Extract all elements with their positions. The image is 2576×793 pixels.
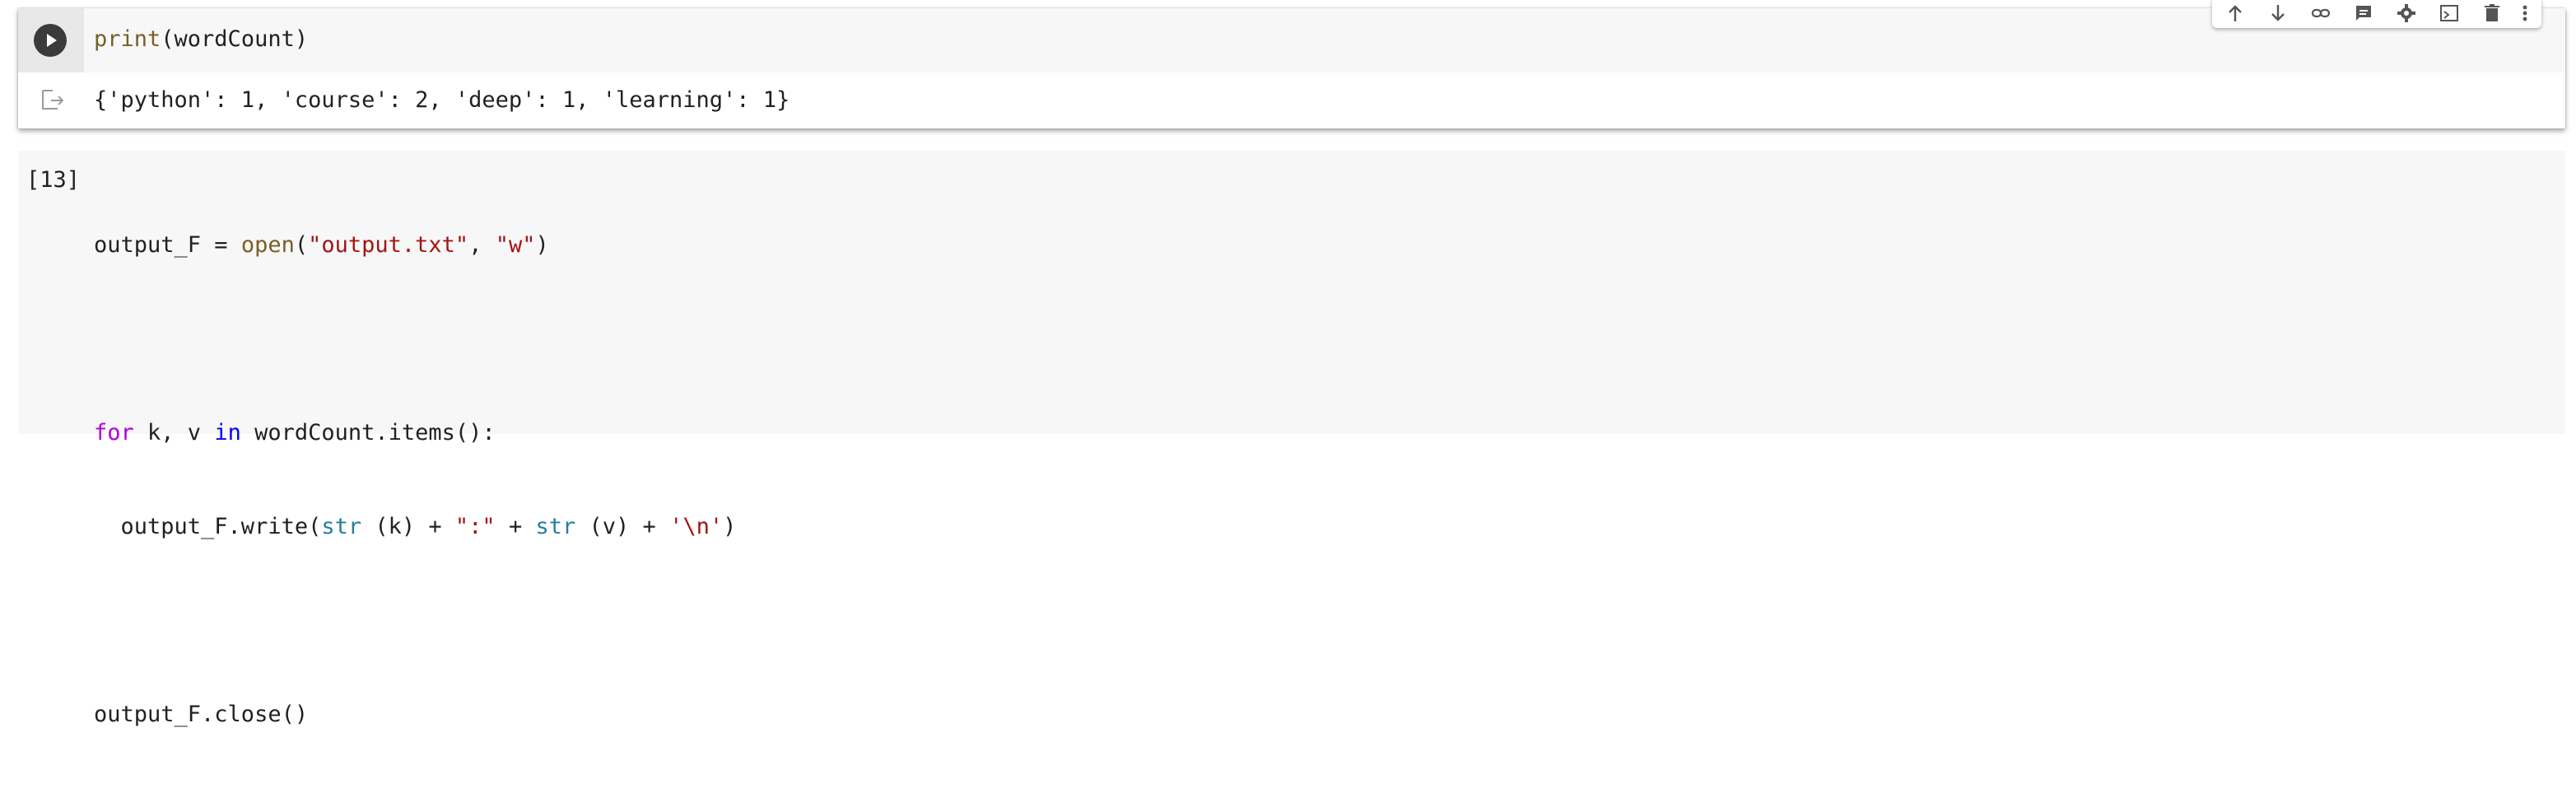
- code-line: output_F.write(str (k) + ":" + str (v) +…: [94, 514, 737, 539]
- move-cell-down-button[interactable]: [2262, 2, 2294, 25]
- cell-settings-button[interactable]: [2390, 2, 2423, 25]
- more-vert-icon: [2522, 5, 2527, 21]
- code-line: output_F.close(): [94, 702, 309, 727]
- delete-icon: [2485, 4, 2499, 21]
- code-cell-print[interactable]: print(wordCount) {'python': 1, 'course':…: [18, 0, 2565, 128]
- add-comment-button[interactable]: [2347, 2, 2380, 25]
- more-actions-button[interactable]: [2508, 2, 2541, 25]
- cell-toolbar: [2212, 0, 2541, 28]
- execution-count: [13]: [26, 167, 81, 193]
- link-cell-button[interactable]: [2304, 2, 2337, 25]
- mirror-cell-button[interactable]: [2433, 2, 2466, 25]
- cell-gutter: [18, 8, 84, 72]
- code-cell-write-output[interactable]: [13] output_F = open("output.txt", "w") …: [18, 151, 2565, 727]
- code-line: output_F = open("output.txt", "w"): [94, 232, 549, 258]
- code-line[interactable]: print(wordCount): [94, 26, 308, 52]
- code-editor[interactable]: output_F = open("output.txt", "w") for k…: [94, 167, 736, 793]
- delete-cell-button[interactable]: [2476, 2, 2508, 25]
- play-icon: [47, 34, 57, 47]
- arrow-down-icon: [2271, 5, 2285, 21]
- link-icon: [2311, 8, 2331, 18]
- mirror-cell-icon: [2440, 5, 2458, 21]
- run-cell-button[interactable]: [34, 24, 67, 57]
- gear-icon: [2397, 4, 2415, 22]
- output-clear-icon[interactable]: [40, 87, 68, 112]
- cell-output-text: {'python': 1, 'course': 2, 'deep': 1, 'l…: [94, 87, 790, 113]
- code-line: for k, v in wordCount.items():: [94, 420, 496, 445]
- cell-input-area[interactable]: print(wordCount): [18, 8, 2565, 72]
- comment-icon: [2356, 6, 2371, 21]
- move-cell-up-button[interactable]: [2219, 2, 2252, 25]
- arrow-up-icon: [2229, 5, 2242, 21]
- cell-output-area: {'python': 1, 'course': 2, 'deep': 1, 'l…: [18, 72, 2565, 128]
